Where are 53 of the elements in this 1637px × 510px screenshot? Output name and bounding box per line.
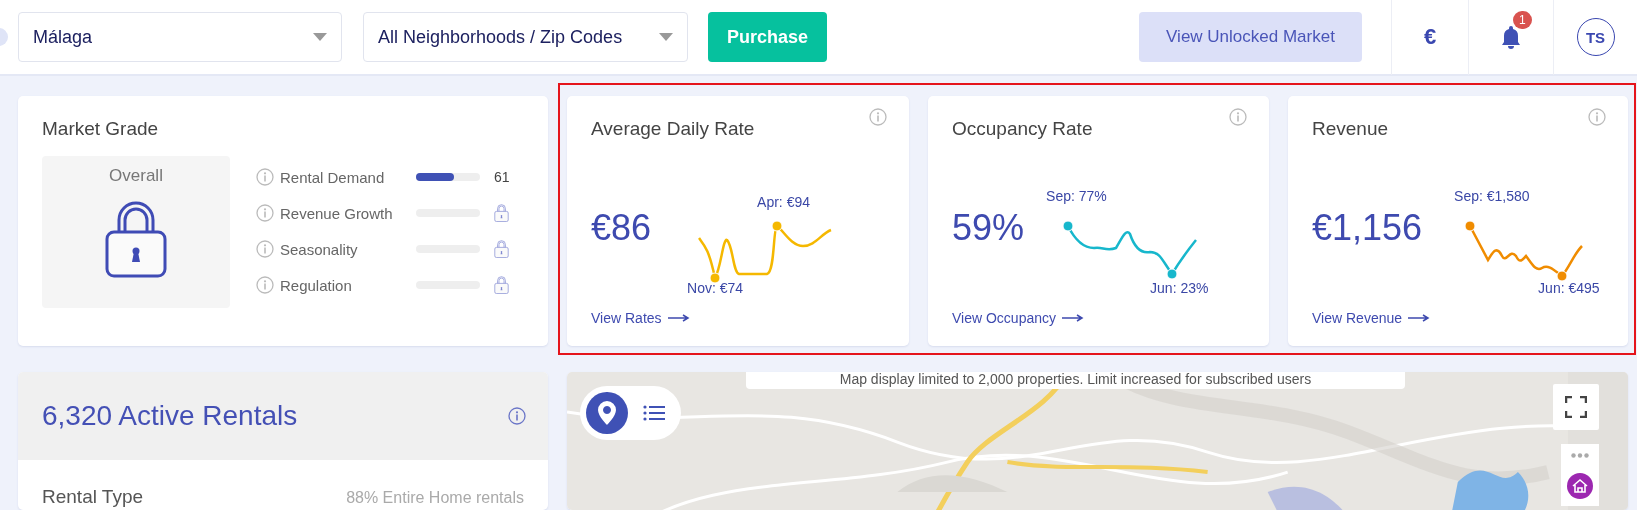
peak-label: Apr: €94 — [757, 194, 810, 210]
notification-badge: 1 — [1513, 11, 1532, 29]
view-link[interactable]: View Occupancy — [952, 310, 1084, 326]
overall-label: Overall — [109, 166, 163, 186]
peak-label: Sep: 77% — [1046, 188, 1107, 204]
view-link[interactable]: View Rates — [591, 310, 690, 326]
view-market-button[interactable]: View Unlocked Market — [1139, 12, 1362, 62]
info-icon[interactable] — [1588, 108, 1606, 126]
list-icon — [643, 404, 666, 422]
low-label: Jun: €495 — [1538, 280, 1600, 296]
rental-type-value: 88% Entire Home rentals — [346, 489, 524, 507]
map-view-button[interactable] — [586, 392, 628, 434]
dropdown[interactable]: All Neighborhoods / Zip Codes — [363, 12, 688, 62]
low-label: Jun: 23% — [1150, 280, 1209, 296]
map-pin-icon — [597, 401, 616, 425]
bell-icon[interactable] — [1500, 25, 1522, 49]
info-icon[interactable] — [508, 407, 526, 425]
caret-icon — [313, 33, 327, 41]
metric-label: Seasonality — [280, 240, 359, 258]
map-notice: Map display limited to 2,000 properties. Limit increased for subscribed users — [746, 372, 1405, 389]
view-link[interactable]: View Revenue — [1312, 310, 1431, 326]
dropdown[interactable]: Málaga — [18, 12, 342, 62]
kpi-value: €86 — [591, 207, 652, 249]
currency-button[interactable]: € — [1423, 24, 1437, 50]
metric-label: Revenue Growth — [280, 204, 394, 222]
fullscreen-icon — [1565, 396, 1587, 418]
low-label: Nov: €74 — [687, 280, 744, 296]
metric-label: Rental Demand — [280, 168, 386, 186]
card-title: Average Daily Rate — [591, 118, 756, 140]
peak-label: Sep: €1,580 — [1454, 188, 1530, 204]
metric-label: Regulation — [280, 276, 353, 294]
info-icon[interactable] — [256, 204, 274, 222]
arrow-icon — [1408, 314, 1431, 322]
info-icon[interactable] — [256, 276, 274, 294]
info-icon[interactable] — [1229, 108, 1247, 126]
card-title: Market Grade — [42, 118, 160, 140]
rental-type-label: Rental Type — [42, 486, 144, 508]
kpi-value: €1,156 — [1312, 207, 1423, 249]
arrow-icon — [667, 314, 690, 322]
caret-icon — [659, 33, 673, 41]
house-icon — [1567, 473, 1593, 499]
kpi-value: 59% — [952, 207, 1025, 249]
fullscreen-button[interactable] — [1553, 384, 1599, 430]
arrow-icon — [1062, 314, 1084, 322]
home-button[interactable] — [1561, 466, 1599, 506]
card-title: Revenue — [1312, 118, 1390, 140]
metric-value: 61 — [494, 169, 510, 185]
card-title: Occupancy Rate — [952, 118, 1094, 140]
info-icon[interactable] — [256, 168, 274, 186]
info-icon[interactable] — [869, 108, 887, 126]
info-icon[interactable] — [256, 240, 274, 258]
more-icon[interactable] — [1571, 452, 1589, 458]
rentals-title: 6,320 Active Rentals — [42, 400, 298, 432]
